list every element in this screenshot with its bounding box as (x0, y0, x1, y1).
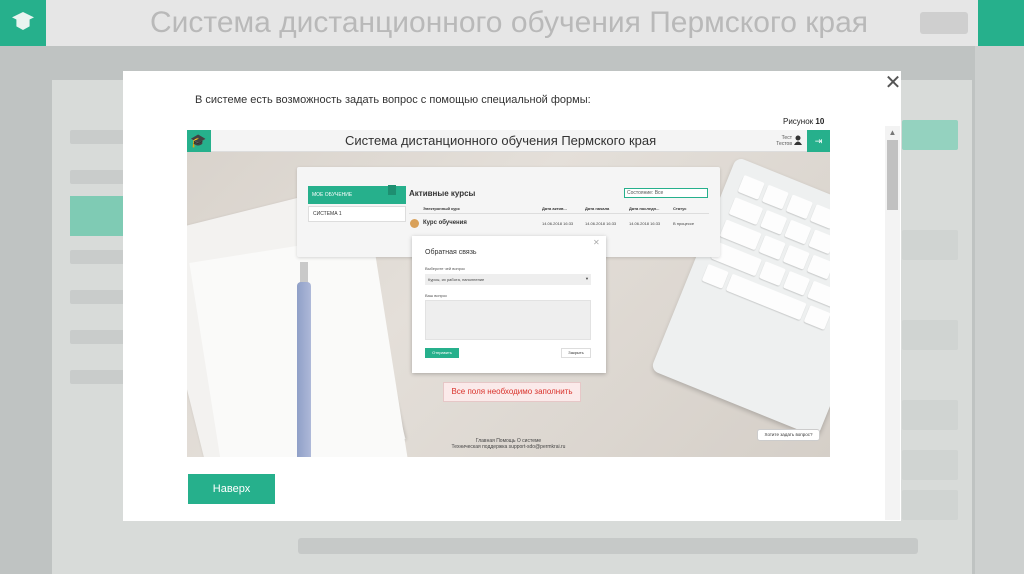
background-sidebar-item (70, 250, 130, 264)
background-logo-icon (0, 0, 46, 46)
column-header: Статус (673, 206, 687, 211)
course-status: В процессе (673, 221, 695, 226)
back-to-top-button[interactable]: Наверх (188, 474, 275, 504)
figure-caption: Рисунок 10 (783, 117, 824, 126)
close-icon[interactable]: ✕ (884, 73, 902, 93)
sidebar-item-system: СИСТЕМА 1 (308, 206, 406, 222)
column-header: Дата актив... (542, 206, 567, 211)
background-action-button (902, 230, 958, 260)
feedback-title: Обратная связь (425, 249, 477, 256)
question-textarea (425, 300, 591, 340)
topic-select: Курсы, их работа, наполнение (425, 274, 591, 285)
background-action-button (902, 120, 958, 150)
table-divider (409, 213, 709, 214)
chevron-down-icon: ▼ (585, 276, 589, 281)
cancel-button: Закрыть (561, 348, 591, 358)
background-action-button (902, 320, 958, 350)
background-action-button (902, 490, 958, 520)
background-sidebar-item (70, 370, 130, 384)
course-icon (410, 219, 419, 228)
background-sidebar-item (70, 290, 130, 304)
active-courses-title: Активные курсы (409, 189, 476, 198)
column-header: Дата начала (585, 206, 610, 211)
intro-text: В системе есть возможность задать вопрос… (195, 94, 591, 106)
screenshot-footer: Главная Помощь О системе Техническая под… (187, 438, 830, 450)
background-title: Система дистанционного обучения Пермског… (150, 6, 868, 39)
bookmark-icon (388, 185, 396, 195)
course-date-last: 14.06.2018 16:33 (629, 221, 661, 226)
background-sidebar-active-item (70, 196, 126, 236)
scroll-up-icon[interactable]: ▲ (885, 126, 900, 140)
caption-number: 10 (815, 117, 825, 126)
footer-support: Техническая поддержка support-sdo@permkr… (451, 444, 566, 450)
background-exit-button (978, 0, 1024, 46)
background-sidebar-item (70, 330, 130, 344)
screenshot-overlay: МОЕ ОБУЧЕНИЕ СИСТЕМА 1 Активные курсы Со… (187, 130, 830, 457)
send-button: Отправить (425, 348, 459, 358)
background-action-button (902, 400, 958, 430)
background-bottom-row (298, 538, 918, 554)
column-header: Электронный курс (423, 206, 460, 211)
background-right-strip (975, 46, 1024, 574)
error-message: Все поля необходимо заполнить (443, 382, 581, 402)
column-header: Дата последн... (629, 206, 660, 211)
caption-prefix: Рисунок (783, 117, 814, 126)
course-date-active: 14.06.2018 16:33 (542, 221, 574, 226)
background-user-area (920, 12, 968, 34)
topic-label: Выберите чей вопрос (425, 266, 466, 271)
scrollbar-thumb[interactable] (887, 140, 898, 210)
close-icon: ✕ (593, 238, 600, 247)
course-name: Курс обучения (423, 220, 467, 226)
background-sidebar-item (70, 130, 130, 144)
status-filter-select: Состояние: Все (624, 188, 708, 198)
question-label: Ваш вопрос (425, 293, 448, 298)
background-action-button (902, 450, 958, 480)
background-sidebar-item (70, 170, 130, 184)
course-date-start: 14.06.2018 16:33 (585, 221, 617, 226)
